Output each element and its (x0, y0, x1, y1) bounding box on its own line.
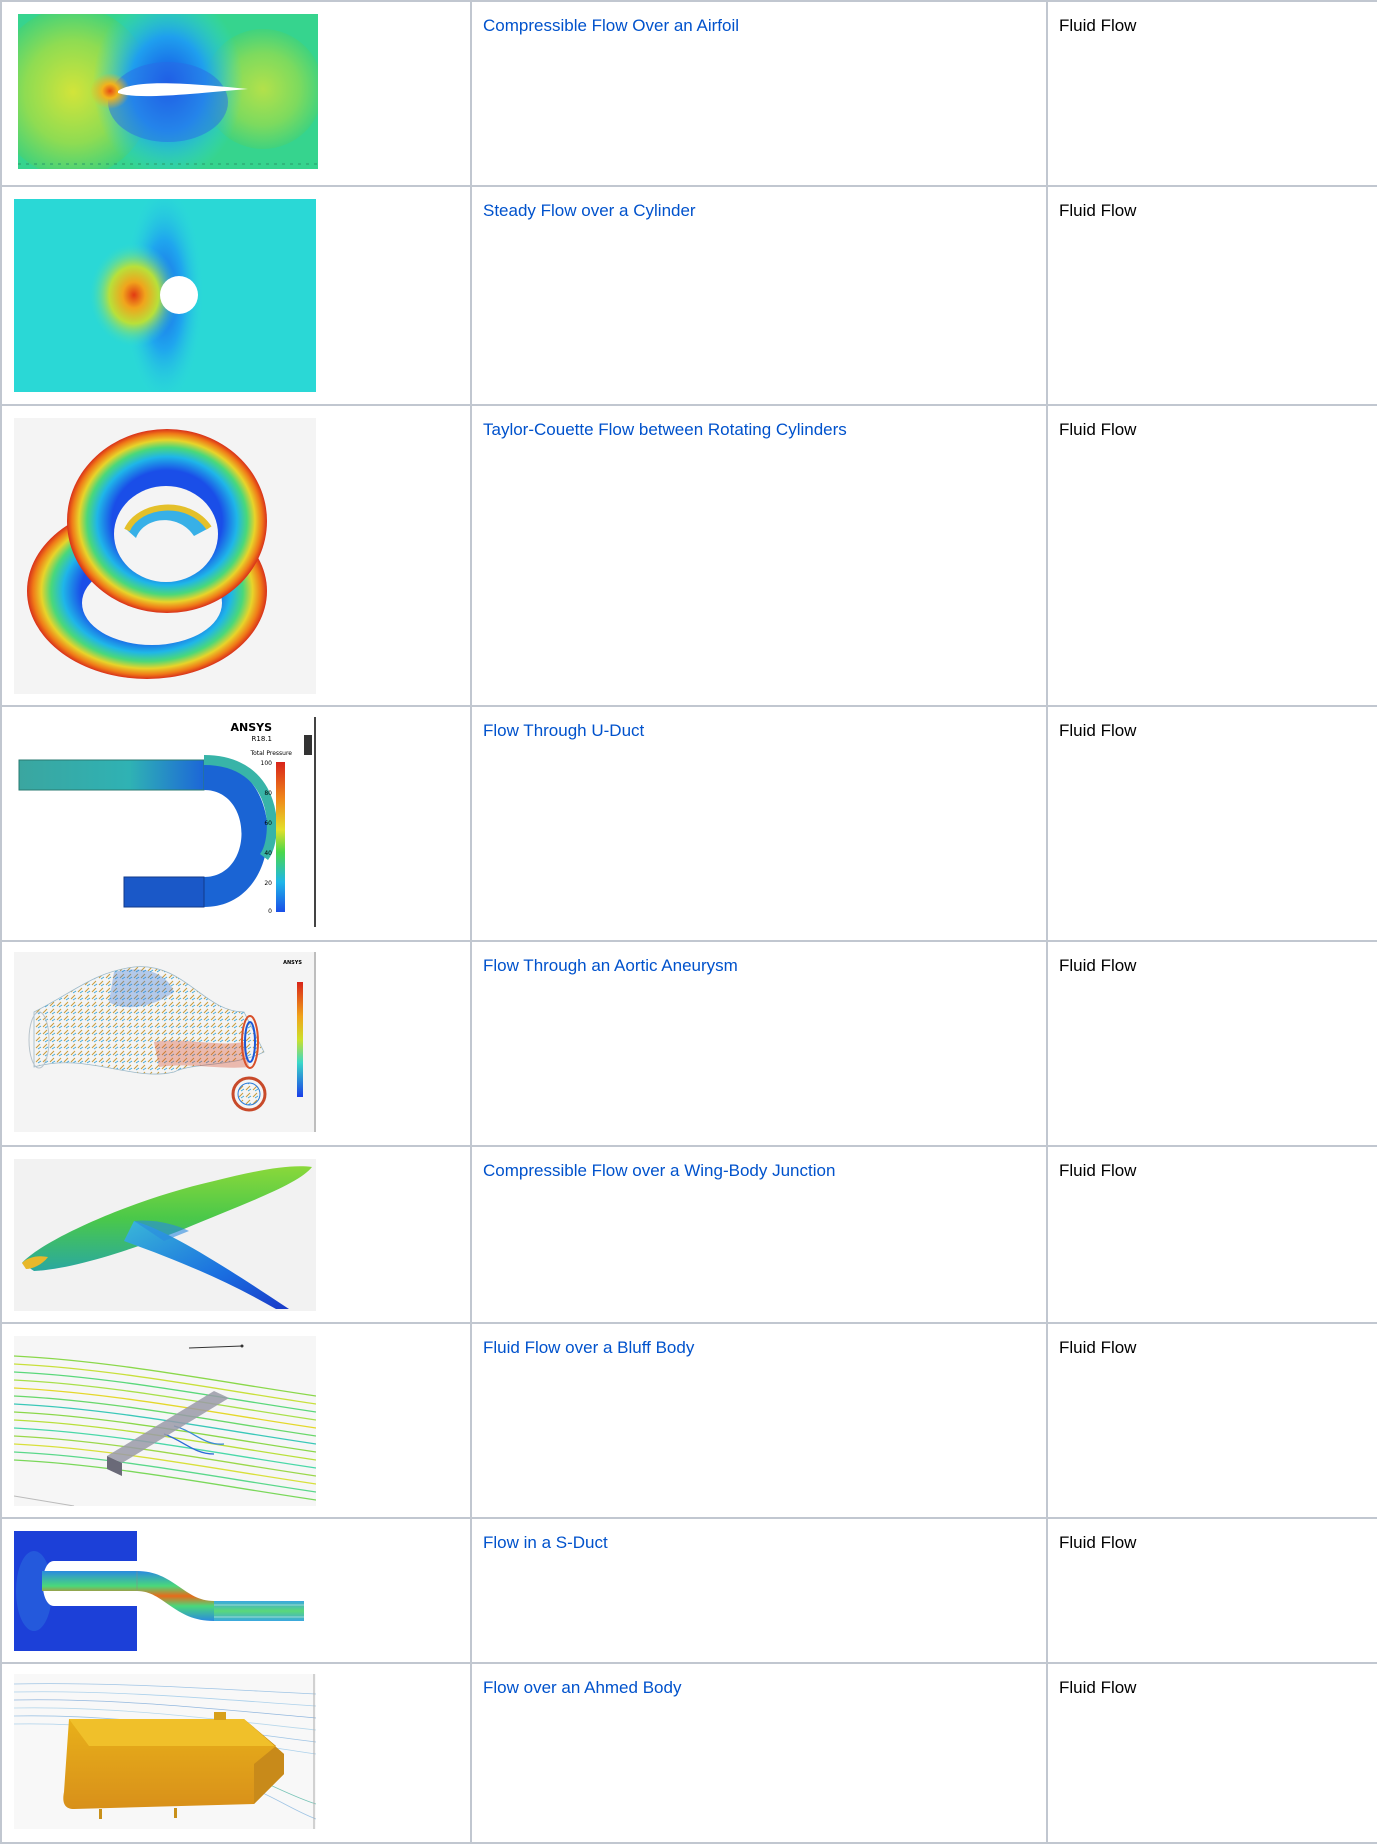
row-link[interactable]: Taylor-Couette Flow between Rotating Cyl… (483, 420, 1046, 440)
category-cell: Fluid Flow (1046, 1517, 1377, 1664)
legend-tick: 20 (264, 880, 272, 887)
ansys-version-text: R18.1 (252, 735, 272, 743)
row-link[interactable]: Flow over an Ahmed Body (483, 1678, 1046, 1698)
table-row: ANSYS Flow Through an Aortic Aneurysm Fl… (0, 940, 1377, 1147)
taylor-couette-thumbnail[interactable] (14, 418, 316, 694)
thumbnail-cell: ANSYS R18.1 Total Pressure 100 80 60 40 … (0, 705, 472, 942)
legend-color-bar (297, 982, 303, 1097)
row-category: Fluid Flow (1059, 1161, 1137, 1180)
category-cell: Fluid Flow (1046, 1662, 1377, 1844)
legend-tick: 40 (264, 850, 272, 857)
thumbnail-cell (0, 1322, 472, 1519)
row-category: Fluid Flow (1059, 1533, 1137, 1552)
table-row: Flow in a S-Duct Fluid Flow (0, 1517, 1377, 1664)
simulations-table: Compressible Flow Over an Airfoil Fluid … (0, 0, 1377, 1844)
table-row: Fluid Flow over a Bluff Body Fluid Flow (0, 1322, 1377, 1519)
title-cell: Flow over an Ahmed Body (470, 1662, 1048, 1844)
table-row: Taylor-Couette Flow between Rotating Cyl… (0, 404, 1377, 707)
category-cell: Fluid Flow (1046, 705, 1377, 942)
u-duct-thumbnail[interactable]: ANSYS R18.1 Total Pressure 100 80 60 40 … (14, 717, 316, 927)
row-link[interactable]: Compressible Flow over a Wing-Body Junct… (483, 1161, 1046, 1181)
ansys-logo-text: ANSYS (230, 721, 272, 734)
aortic-aneurysm-thumbnail[interactable]: ANSYS (14, 952, 316, 1132)
table-row: Steady Flow over a Cylinder Fluid Flow (0, 185, 1377, 406)
legend-title: Total Pressure (249, 750, 292, 757)
category-cell: Fluid Flow (1046, 1145, 1377, 1324)
table-row: ANSYS R18.1 Total Pressure 100 80 60 40 … (0, 705, 1377, 942)
row-category: Fluid Flow (1059, 201, 1137, 220)
ansys-logo-text: ANSYS (283, 960, 302, 966)
thumbnail-cell (0, 1517, 472, 1664)
legend-color-bar (276, 762, 285, 912)
category-cell: Fluid Flow (1046, 185, 1377, 406)
row-category: Fluid Flow (1059, 1678, 1137, 1697)
legend-tick: 80 (264, 790, 272, 797)
category-cell: Fluid Flow (1046, 404, 1377, 707)
title-cell: Flow Through U-Duct (470, 705, 1048, 942)
bluff-body-thumbnail[interactable] (14, 1336, 316, 1506)
row-link[interactable]: Flow in a S-Duct (483, 1533, 1046, 1553)
row-link[interactable]: Steady Flow over a Cylinder (483, 201, 1046, 221)
table-row: Compressible Flow over a Wing-Body Junct… (0, 1145, 1377, 1324)
cylinder-thumbnail[interactable] (14, 199, 316, 392)
title-cell: Steady Flow over a Cylinder (470, 185, 1048, 406)
wing-body-thumbnail[interactable] (14, 1159, 316, 1311)
legend-tick: 0 (268, 908, 272, 915)
title-cell: Taylor-Couette Flow between Rotating Cyl… (470, 404, 1048, 707)
row-category: Fluid Flow (1059, 1338, 1137, 1357)
thumbnail-cell (0, 1145, 472, 1324)
title-cell: Flow Through an Aortic Aneurysm (470, 940, 1048, 1147)
legend-tick: 60 (264, 820, 272, 827)
category-cell: Fluid Flow (1046, 0, 1377, 187)
table-row: Compressible Flow Over an Airfoil Fluid … (0, 0, 1377, 187)
category-cell: Fluid Flow (1046, 940, 1377, 1147)
table-row: Flow over an Ahmed Body Fluid Flow (0, 1662, 1377, 1844)
row-link[interactable]: Flow Through U-Duct (483, 721, 1046, 741)
category-cell: Fluid Flow (1046, 1322, 1377, 1519)
row-category: Fluid Flow (1059, 420, 1137, 439)
title-cell: Flow in a S-Duct (470, 1517, 1048, 1664)
row-link[interactable]: Compressible Flow Over an Airfoil (483, 16, 1046, 36)
title-cell: Compressible Flow over a Wing-Body Junct… (470, 1145, 1048, 1324)
title-cell: Compressible Flow Over an Airfoil (470, 0, 1048, 187)
airfoil-thumbnail[interactable] (18, 14, 318, 169)
title-cell: Fluid Flow over a Bluff Body (470, 1322, 1048, 1519)
s-duct-thumbnail[interactable] (14, 1531, 316, 1651)
thumbnail-cell (0, 185, 472, 406)
thumbnail-cell (0, 404, 472, 707)
row-link[interactable]: Fluid Flow over a Bluff Body (483, 1338, 1046, 1358)
collapse-handle-icon (304, 735, 312, 755)
row-category: Fluid Flow (1059, 956, 1137, 975)
ahmed-body-thumbnail[interactable] (14, 1674, 316, 1829)
thumbnail-cell (0, 1662, 472, 1844)
row-category: Fluid Flow (1059, 16, 1137, 35)
row-link[interactable]: Flow Through an Aortic Aneurysm (483, 956, 1046, 976)
thumbnail-cell (0, 0, 472, 187)
legend-tick: 100 (261, 760, 273, 767)
thumbnail-cell: ANSYS (0, 940, 472, 1147)
row-category: Fluid Flow (1059, 721, 1137, 740)
